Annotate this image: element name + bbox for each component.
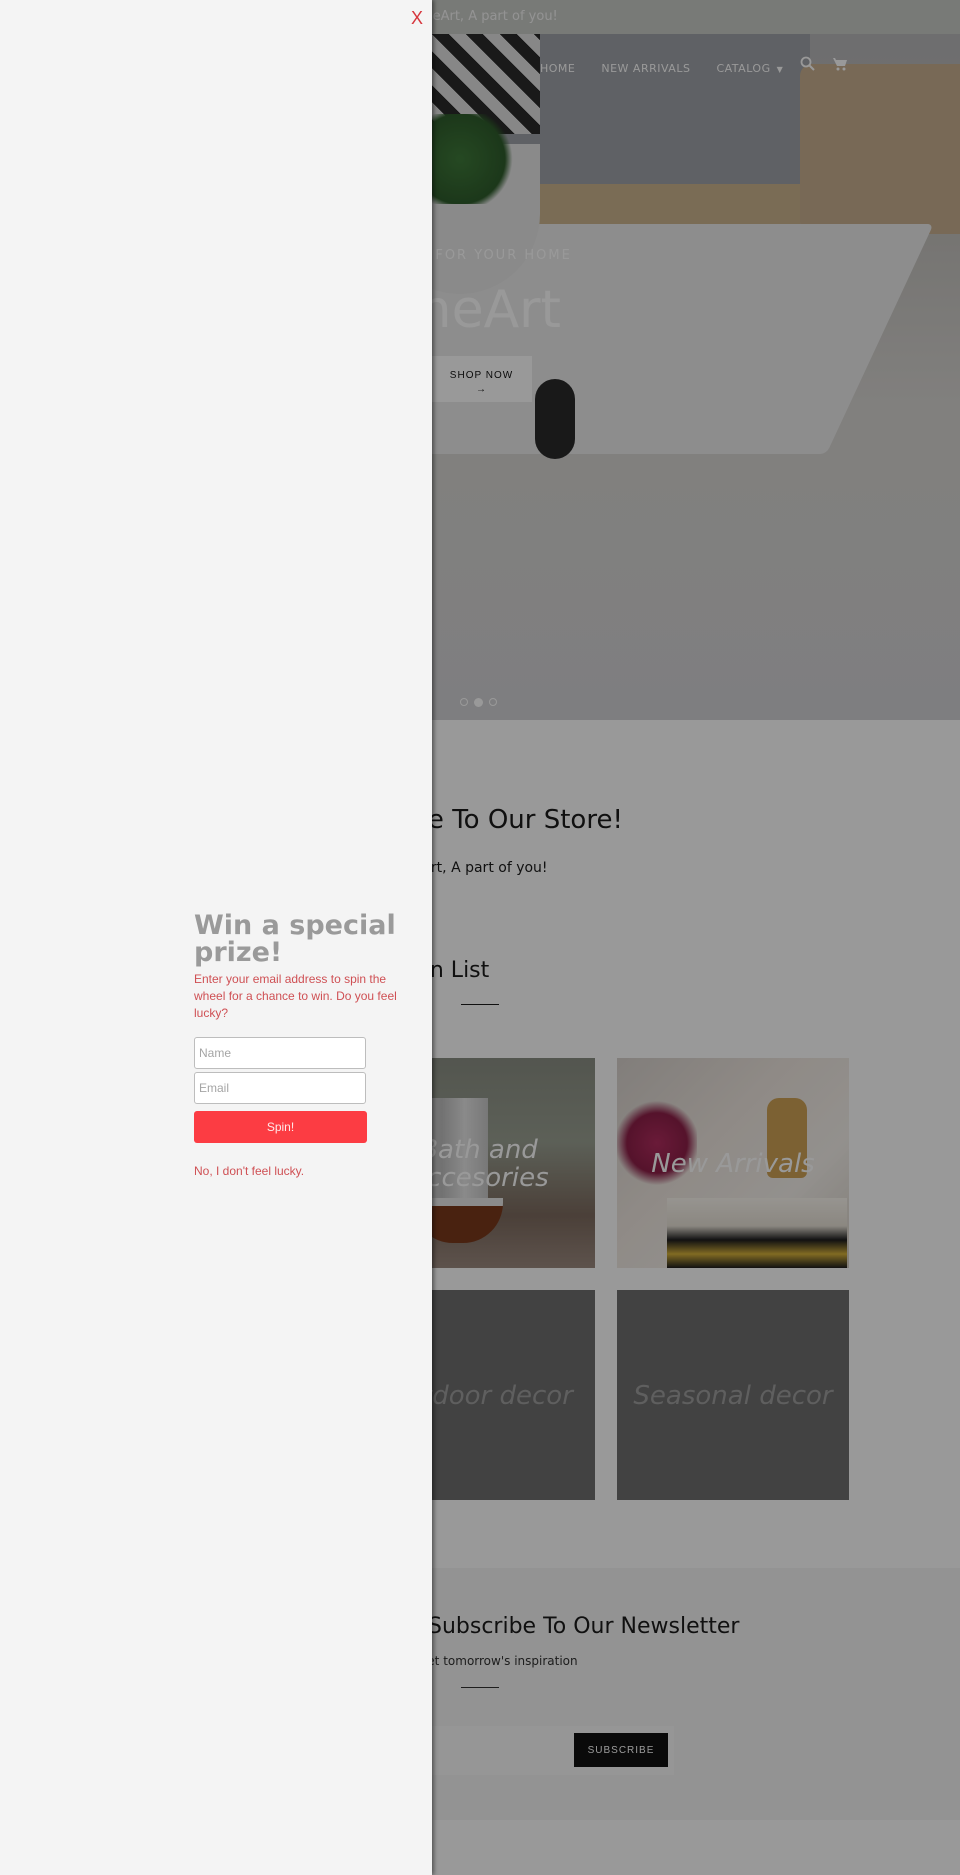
name-input[interactable] <box>194 1037 366 1069</box>
spin-button[interactable]: Spin! <box>194 1111 367 1143</box>
prize-title: Win a special prize! <box>194 910 396 968</box>
prize-description: Enter your email address to spin the whe… <box>194 972 397 1020</box>
email-input[interactable] <box>194 1072 366 1104</box>
close-button[interactable]: X <box>408 7 426 29</box>
decline-link[interactable]: No, I don't feel lucky. <box>194 1164 304 1178</box>
prize-panel: X Win a special prize! Enter your email … <box>0 0 432 1875</box>
